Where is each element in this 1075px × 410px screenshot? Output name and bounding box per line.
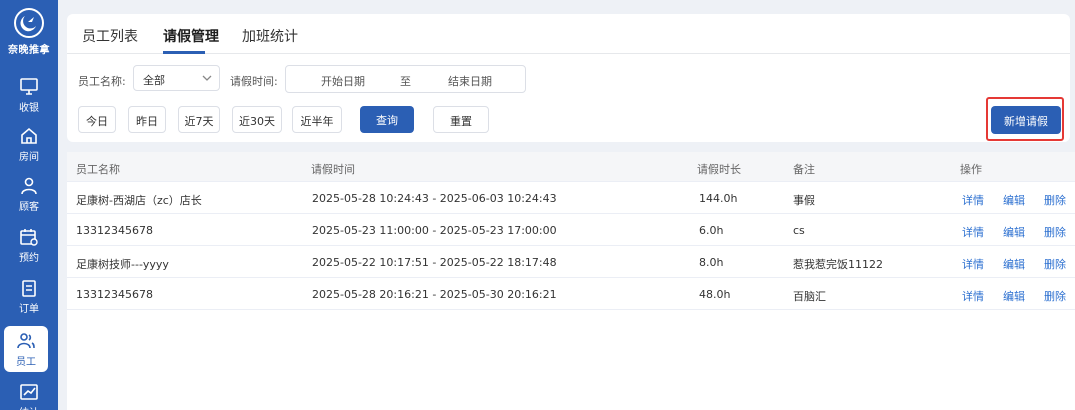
employee-filter-label: 员工名称: [78,75,126,88]
cell-duration: 6.0h [699,224,724,237]
column-header-actions: 操作 [960,163,982,176]
cell-duration: 144.0h [699,192,738,205]
sidebar-item-rooms[interactable]: 房间 [0,122,58,172]
sidebar-item-label: 收银 [19,103,39,114]
staff-icon [17,333,35,349]
column-header-note: 备注 [793,163,815,176]
cell-name: 13312345678 [76,224,153,237]
filter-panel: 员工列表 请假管理 加班统计 员工名称: 全部 请假时间: 开始日期 至 结束日… [67,14,1070,142]
detail-link[interactable]: 详情 [962,224,984,240]
tab-bar: 员工列表 请假管理 加班统计 [67,14,1070,54]
cell-name: 足康树-西湖店（zc）店长 [76,194,202,207]
cell-note: 事假 [793,194,815,207]
leave-time-label: 请假时间: [230,75,278,88]
tab-employee-list[interactable]: 员工列表 [82,26,138,46]
sidebar-item-staff[interactable]: 员工 [4,326,48,372]
column-header-duration: 请假时长 [697,163,741,176]
delete-link[interactable]: 删除 [1044,256,1066,272]
edit-link[interactable]: 编辑 [1003,192,1025,208]
cell-time: 2025-05-23 11:00:00 - 2025-05-23 17:00:0… [312,224,557,237]
sidebar-item-customers[interactable]: 顾客 [0,172,58,222]
active-tab-indicator [163,51,205,54]
user-icon [21,177,37,195]
query-button[interactable]: 查询 [360,106,414,133]
cell-name: 13312345678 [76,288,153,301]
sidebar-item-appointments[interactable]: 预约 [0,223,58,273]
clipboard-icon [22,280,36,297]
start-date-input[interactable]: 开始日期 [321,73,365,89]
reset-button[interactable]: 重置 [433,106,489,133]
delete-link[interactable]: 删除 [1044,192,1066,208]
sidebar-item-label: 订单 [19,304,39,315]
delete-link[interactable]: 删除 [1044,288,1066,304]
tab-overtime-stats[interactable]: 加班统计 [242,26,298,46]
cell-duration: 48.0h [699,288,731,301]
yesterday-button[interactable]: 昨日 [128,106,166,133]
table-row: 足康树-西湖店（zc）店长 2025-05-28 10:24:43 - 2025… [67,182,1075,214]
monitor-icon [20,78,38,95]
last-7-days-button[interactable]: 近7天 [178,106,220,133]
cell-name: 足康树技师---yyyy [76,258,169,271]
sidebar-item-label: 员工 [16,357,36,368]
delete-link[interactable]: 删除 [1044,224,1066,240]
table-header: 员工名称 请假时间 请假时长 备注 操作 [67,152,1075,182]
range-separator: 至 [400,75,411,88]
chevron-down-icon [202,75,212,81]
today-button[interactable]: 今日 [78,106,116,133]
last-30-days-button[interactable]: 近30天 [232,106,282,133]
sidebar: 奈晚推拿 收银 房间 顾客 预约 订单 员工 统计 [0,0,58,410]
detail-link[interactable]: 详情 [962,256,984,272]
end-date-input[interactable]: 结束日期 [448,73,492,89]
sidebar-item-label: 统计 [0,404,58,410]
brand-name: 奈晚推拿 [8,45,50,56]
detail-link[interactable]: 详情 [962,192,984,208]
cell-time: 2025-05-28 20:16:21 - 2025-05-30 20:16:2… [312,288,557,301]
employee-select[interactable]: 全部 [133,65,220,91]
table-row: 13312345678 2025-05-23 11:00:00 - 2025-0… [67,214,1075,246]
detail-link[interactable]: 详情 [962,288,984,304]
cell-note: cs [793,224,805,237]
sidebar-item-cashier[interactable]: 收银 [0,73,58,123]
column-header-time: 请假时间 [311,163,355,176]
column-header-name: 员工名称 [76,163,120,176]
employee-select-value: 全部 [143,74,165,87]
sidebar-item-label: 房间 [19,152,39,163]
last-half-year-button[interactable]: 近半年 [292,106,342,133]
moon-bird-icon [14,8,44,38]
cell-duration: 8.0h [699,256,724,269]
edit-link[interactable]: 编辑 [1003,288,1025,304]
sidebar-item-label: 预约 [19,253,39,264]
edit-link[interactable]: 编辑 [1003,256,1025,272]
tab-leave-management[interactable]: 请假管理 [163,26,219,46]
cell-note: 惹我惹完饭11122 [793,258,883,271]
cell-time: 2025-05-22 10:17:51 - 2025-05-22 18:17:4… [312,256,557,269]
calendar-icon [20,229,38,246]
edit-link[interactable]: 编辑 [1003,224,1025,240]
table-row: 13312345678 2025-05-28 20:16:21 - 2025-0… [67,278,1075,310]
brand-logo: 奈晚推拿 [0,4,58,60]
date-range-picker[interactable]: 开始日期 至 结束日期 [285,65,526,93]
leave-table: 员工名称 请假时间 请假时长 备注 操作 足康树-西湖店（zc）店长 2025-… [67,152,1075,410]
chart-icon [20,384,38,400]
cell-note: 百脑汇 [793,290,826,303]
home-icon [21,127,37,144]
sidebar-item-stats[interactable]: 统计 [0,378,58,410]
add-leave-button[interactable]: 新增请假 [991,106,1061,134]
sidebar-item-label: 顾客 [19,202,39,213]
sidebar-item-orders[interactable]: 订单 [0,274,58,324]
cell-time: 2025-05-28 10:24:43 - 2025-06-03 10:24:4… [312,192,557,205]
table-row: 足康树技师---yyyy 2025-05-22 10:17:51 - 2025-… [67,246,1075,278]
